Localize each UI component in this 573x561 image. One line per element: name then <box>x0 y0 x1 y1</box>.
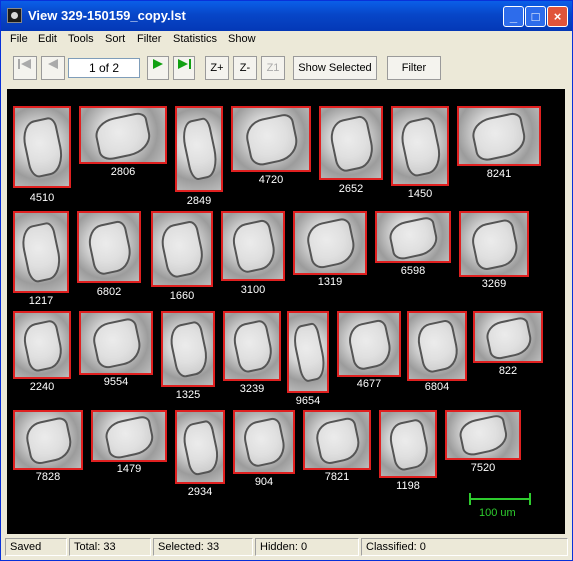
menu-filter[interactable]: Filter <box>137 33 161 45</box>
particle-image <box>445 410 521 460</box>
particle-image <box>13 211 69 293</box>
particle-label: 2849 <box>186 195 212 207</box>
title-bar[interactable]: View 329-150159_copy.lst _ □ × <box>1 1 572 31</box>
status-total: Total: 33 <box>69 538 151 556</box>
particle-image <box>161 311 215 387</box>
particle-image <box>79 106 167 164</box>
particle-label: 9654 <box>295 395 321 407</box>
particle-label: 1450 <box>407 188 433 200</box>
particle-image <box>293 211 367 275</box>
particle-image <box>337 311 401 377</box>
app-icon <box>7 8 22 23</box>
zoom-in-button[interactable]: Z+ <box>205 56 229 80</box>
close-button[interactable]: × <box>547 6 568 27</box>
particle-label: 4510 <box>29 192 55 204</box>
app-window: View 329-150159_copy.lst _ □ × File Edit… <box>0 0 573 561</box>
particle-label: 1217 <box>28 295 54 307</box>
particle-image <box>223 311 281 381</box>
particle-image <box>13 311 71 379</box>
status-selected: Selected: 33 <box>153 538 253 556</box>
particle-label: 1319 <box>317 276 343 288</box>
particle-viewer: 4510 2806 2849 4720 2652 1450 8241 1217 … <box>7 89 565 534</box>
particle-label: 822 <box>498 365 518 377</box>
status-hidden: Hidden: 0 <box>255 538 359 556</box>
prev-page-icon <box>48 59 58 69</box>
particle-image <box>233 410 295 474</box>
particle-label: 3239 <box>239 383 265 395</box>
particle-image <box>77 211 141 283</box>
particle-image <box>221 211 285 281</box>
particle-label: 2240 <box>29 381 55 393</box>
last-page-icon <box>178 59 191 69</box>
particle-label: 1198 <box>396 480 420 492</box>
particle-image <box>319 106 383 180</box>
zoom-out-button[interactable]: Z- <box>233 56 257 80</box>
particle-label: 2934 <box>187 486 213 498</box>
scale-bar <box>469 493 531 505</box>
first-page-icon <box>18 59 31 69</box>
next-page-icon <box>153 59 163 69</box>
particle-label: 7821 <box>324 471 350 483</box>
particle-label: 2652 <box>338 183 364 195</box>
scale-bar-tick <box>469 493 471 505</box>
menu-sort[interactable]: Sort <box>105 33 125 45</box>
status-saved: Saved <box>5 538 67 556</box>
particle-label: 3269 <box>481 278 507 290</box>
particle-image <box>457 106 541 166</box>
prev-page-button[interactable] <box>41 56 65 80</box>
particle-label: 2806 <box>110 166 136 178</box>
window-title: View 329-150159_copy.lst <box>28 8 186 23</box>
particle-image <box>375 211 451 263</box>
particle-label: 6802 <box>96 286 122 298</box>
scale-bar-label: 100 um <box>479 507 516 519</box>
status-bar: Saved Total: 33 Selected: 33 Hidden: 0 C… <box>5 538 570 556</box>
first-page-button[interactable] <box>13 56 37 80</box>
page-indicator[interactable]: 1 of 2 <box>68 58 140 78</box>
particle-label: 8241 <box>486 168 512 180</box>
status-classified: Classified: 0 <box>361 538 568 556</box>
particle-image <box>91 410 167 462</box>
next-page-button[interactable] <box>147 56 169 80</box>
menu-show[interactable]: Show <box>228 33 256 45</box>
scale-bar-line <box>469 498 531 500</box>
particle-label: 6598 <box>400 265 426 277</box>
last-page-button[interactable] <box>173 56 195 80</box>
maximize-button[interactable]: □ <box>525 6 546 27</box>
particle-label: 1479 <box>116 463 142 475</box>
particle-image <box>175 106 223 192</box>
particle-label: 904 <box>254 476 274 488</box>
particle-image <box>13 106 71 188</box>
particle-image <box>287 311 329 393</box>
particle-label: 1660 <box>169 290 195 302</box>
menu-edit[interactable]: Edit <box>38 33 57 45</box>
particle-image <box>231 106 311 172</box>
minimize-button[interactable]: _ <box>503 6 524 27</box>
particle-image <box>391 106 449 186</box>
particle-image <box>175 410 225 484</box>
particle-label: 6804 <box>424 381 450 393</box>
particle-image <box>459 211 529 277</box>
particle-image <box>303 410 371 470</box>
particle-label: 9554 <box>103 376 129 388</box>
particle-image <box>407 311 467 381</box>
filter-button[interactable]: Filter <box>387 56 441 80</box>
particle-label: 1325 <box>175 389 201 401</box>
menu-bar: File Edit Tools Sort Filter Statistics S… <box>1 31 572 49</box>
particle-image <box>151 211 213 287</box>
menu-statistics[interactable]: Statistics <box>173 33 217 45</box>
show-selected-button[interactable]: Show Selected <box>293 56 377 80</box>
menu-file[interactable]: File <box>10 33 28 45</box>
scale-bar-tick <box>529 493 531 505</box>
particle-image <box>379 410 437 478</box>
particle-label: 7828 <box>35 471 61 483</box>
particle-image <box>79 311 153 375</box>
menu-tools[interactable]: Tools <box>68 33 94 45</box>
particle-label: 7520 <box>470 462 496 474</box>
particle-image <box>473 311 543 363</box>
particle-label: 4720 <box>258 174 284 186</box>
particle-label: 4677 <box>356 378 382 390</box>
particle-image <box>13 410 83 470</box>
zoom-reset-button[interactable]: Z1 <box>261 56 285 80</box>
particle-label: 3100 <box>240 284 266 296</box>
